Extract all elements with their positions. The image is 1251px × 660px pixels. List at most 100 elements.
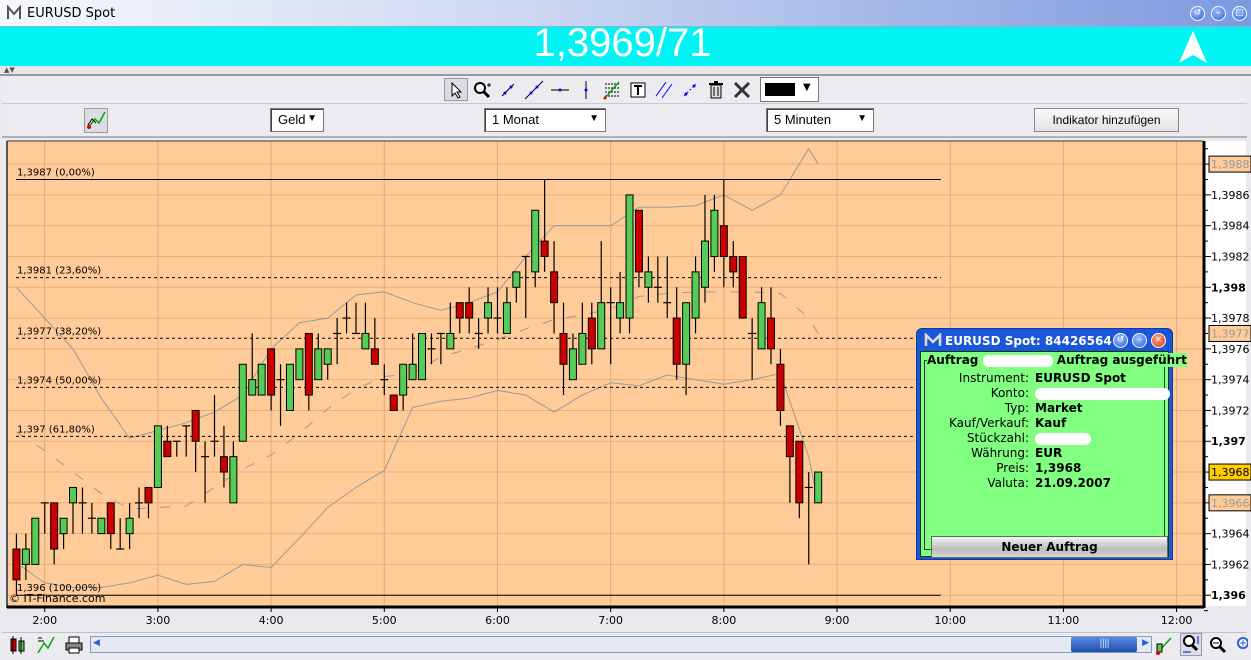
chart-type-icon[interactable] xyxy=(84,108,108,133)
print-icon[interactable] xyxy=(64,635,84,655)
zoom-out-icon[interactable] xyxy=(1208,635,1228,655)
field-label: Stückzahl: xyxy=(966,431,1029,445)
zoom-in-icon[interactable] xyxy=(1234,635,1248,655)
close-icon[interactable]: × xyxy=(1151,333,1166,348)
indicator-icon[interactable] xyxy=(36,635,56,655)
candle-up xyxy=(597,302,606,350)
scroll-right-icon[interactable]: ▶ xyxy=(1142,638,1149,648)
interval-value: 5 Minuten xyxy=(774,112,832,127)
candle-up xyxy=(257,363,266,396)
restore-icon[interactable]: ↺ xyxy=(1113,333,1128,348)
fibonacci-icon[interactable] xyxy=(600,78,624,101)
minimize-icon[interactable]: – xyxy=(1132,333,1147,348)
pointer-icon[interactable] xyxy=(444,78,468,101)
interval-select[interactable]: 5 Minuten ▼ xyxy=(766,108,874,132)
candle-down xyxy=(776,363,785,411)
price-marker-label: 1,3966 xyxy=(1211,497,1250,510)
price-marker-label: 1,3968 xyxy=(1211,466,1250,479)
candle-type-icon[interactable] xyxy=(8,635,28,655)
period-value: 1 Monat xyxy=(492,112,539,127)
y-tick-label: 1,3972 xyxy=(1211,404,1250,417)
new-order-button[interactable]: Neuer Auftrag xyxy=(931,536,1168,558)
m-logo-icon xyxy=(7,5,21,19)
fibonacci-level-label: 1,3981 (23,60%) xyxy=(17,266,101,277)
candle-up xyxy=(97,517,106,535)
redacted-value xyxy=(1035,433,1091,445)
candle-up xyxy=(323,348,332,365)
vertical-line-icon[interactable] xyxy=(574,78,598,101)
candle-up xyxy=(31,517,40,565)
candle-up xyxy=(314,348,323,381)
candle-up xyxy=(295,348,304,381)
order-field-row: Konto: xyxy=(925,386,1170,401)
candle-down xyxy=(540,240,549,257)
order-field-row: Kauf/Verkauf: Kauf xyxy=(925,416,1165,431)
quote-price: 1,3969/71 xyxy=(533,21,712,65)
candle-down xyxy=(719,225,728,257)
fibonacci-level-label: 1,397 (61,80%) xyxy=(17,424,95,435)
y-tick-label: 1,397 xyxy=(1211,435,1246,448)
color-swatch xyxy=(765,83,795,96)
color-picker[interactable]: ▼ xyxy=(760,77,819,102)
candle-up xyxy=(229,456,238,504)
dialog-body: Auftrag Auftrag ausgeführt Instrument: EU… xyxy=(920,351,1187,558)
redacted-value xyxy=(1035,388,1170,400)
candle-down xyxy=(304,332,313,396)
candle-up xyxy=(502,302,511,334)
zoom-icon[interactable] xyxy=(470,78,494,101)
scrollbar-thumb[interactable]: |||| xyxy=(1071,637,1137,652)
restore-icon[interactable]: ↺ xyxy=(1190,6,1205,21)
field-value: EURUSD Spot xyxy=(1035,371,1126,385)
candle-down xyxy=(550,271,559,304)
field-value: Market xyxy=(1035,401,1083,415)
line-icon[interactable] xyxy=(496,78,520,101)
y-tick-label: 1,3974 xyxy=(1211,374,1250,387)
tools-icon[interactable] xyxy=(730,78,754,101)
minimize-icon[interactable]: – xyxy=(1211,6,1226,21)
y-tick-label: 1,3962 xyxy=(1211,558,1250,571)
field-label: Währung: xyxy=(971,446,1029,460)
scroll-left-icon[interactable]: ◀ xyxy=(93,638,100,648)
panel-collapse-handle[interactable]: ▲▼ xyxy=(0,66,1251,76)
text-icon[interactable] xyxy=(626,78,650,101)
channel-icon[interactable] xyxy=(678,78,702,101)
horizontal-scrollbar[interactable]: ◀ |||| ▶ xyxy=(90,636,1152,653)
candle-up xyxy=(625,194,634,319)
candle-up xyxy=(484,302,493,319)
horizontal-line-icon[interactable] xyxy=(548,78,572,101)
order-group: Auftrag Auftrag ausgeführt Instrument: EU… xyxy=(924,353,1187,558)
x-tick-label: 9:00 xyxy=(825,614,850,627)
collapse-arrows[interactable]: ▲▼ xyxy=(4,66,15,74)
candle-down xyxy=(389,394,398,411)
drawing-icon[interactable] xyxy=(1154,635,1174,655)
zoom-fit-icon[interactable] xyxy=(1180,633,1202,656)
trash-icon[interactable] xyxy=(704,78,728,101)
candle-up xyxy=(59,517,68,535)
candle-down xyxy=(785,425,794,458)
order-field-row: Währung: EUR xyxy=(925,446,1165,461)
field-label: Preis: xyxy=(996,461,1029,475)
fibonacci-level-label: 1,3974 (50,00%) xyxy=(17,375,101,386)
maximize-icon[interactable]: □ xyxy=(1232,6,1247,21)
candle-up xyxy=(710,209,719,257)
price-type-select[interactable]: Geld ▼ xyxy=(270,108,324,132)
x-tick-label: 3:00 xyxy=(146,614,171,627)
copyright-text: © IT-Finance.com xyxy=(9,592,106,605)
order-field-row: Valuta: 21.09.2007 xyxy=(925,476,1165,491)
order-field-row: Preis: 1,3968 xyxy=(925,461,1165,476)
add-indicator-button[interactable]: Indikator hinzufügen xyxy=(1034,108,1179,132)
candle-up xyxy=(285,363,294,411)
candle-up xyxy=(757,302,766,350)
order-confirmation-dialog: EURUSD Spot: 84426564 ↺ – × Auftrag Auft… xyxy=(916,328,1187,560)
fibonacci-level-label: 1,3977 (38,20%) xyxy=(17,326,101,337)
parallel-lines-icon[interactable] xyxy=(652,78,676,101)
bottom-toolbar: ◀ |||| ▶ xyxy=(2,632,1248,658)
candle-up xyxy=(512,271,521,288)
y-tick-label: 1,396 xyxy=(1211,589,1246,602)
candle-up xyxy=(814,471,823,504)
y-tick-label: 1,3986 xyxy=(1211,189,1250,202)
candle-up xyxy=(238,363,247,442)
y-tick-label: 1,398 xyxy=(1211,281,1246,294)
extended-line-icon[interactable] xyxy=(522,78,546,101)
period-select[interactable]: 1 Monat ▼ xyxy=(484,108,606,132)
